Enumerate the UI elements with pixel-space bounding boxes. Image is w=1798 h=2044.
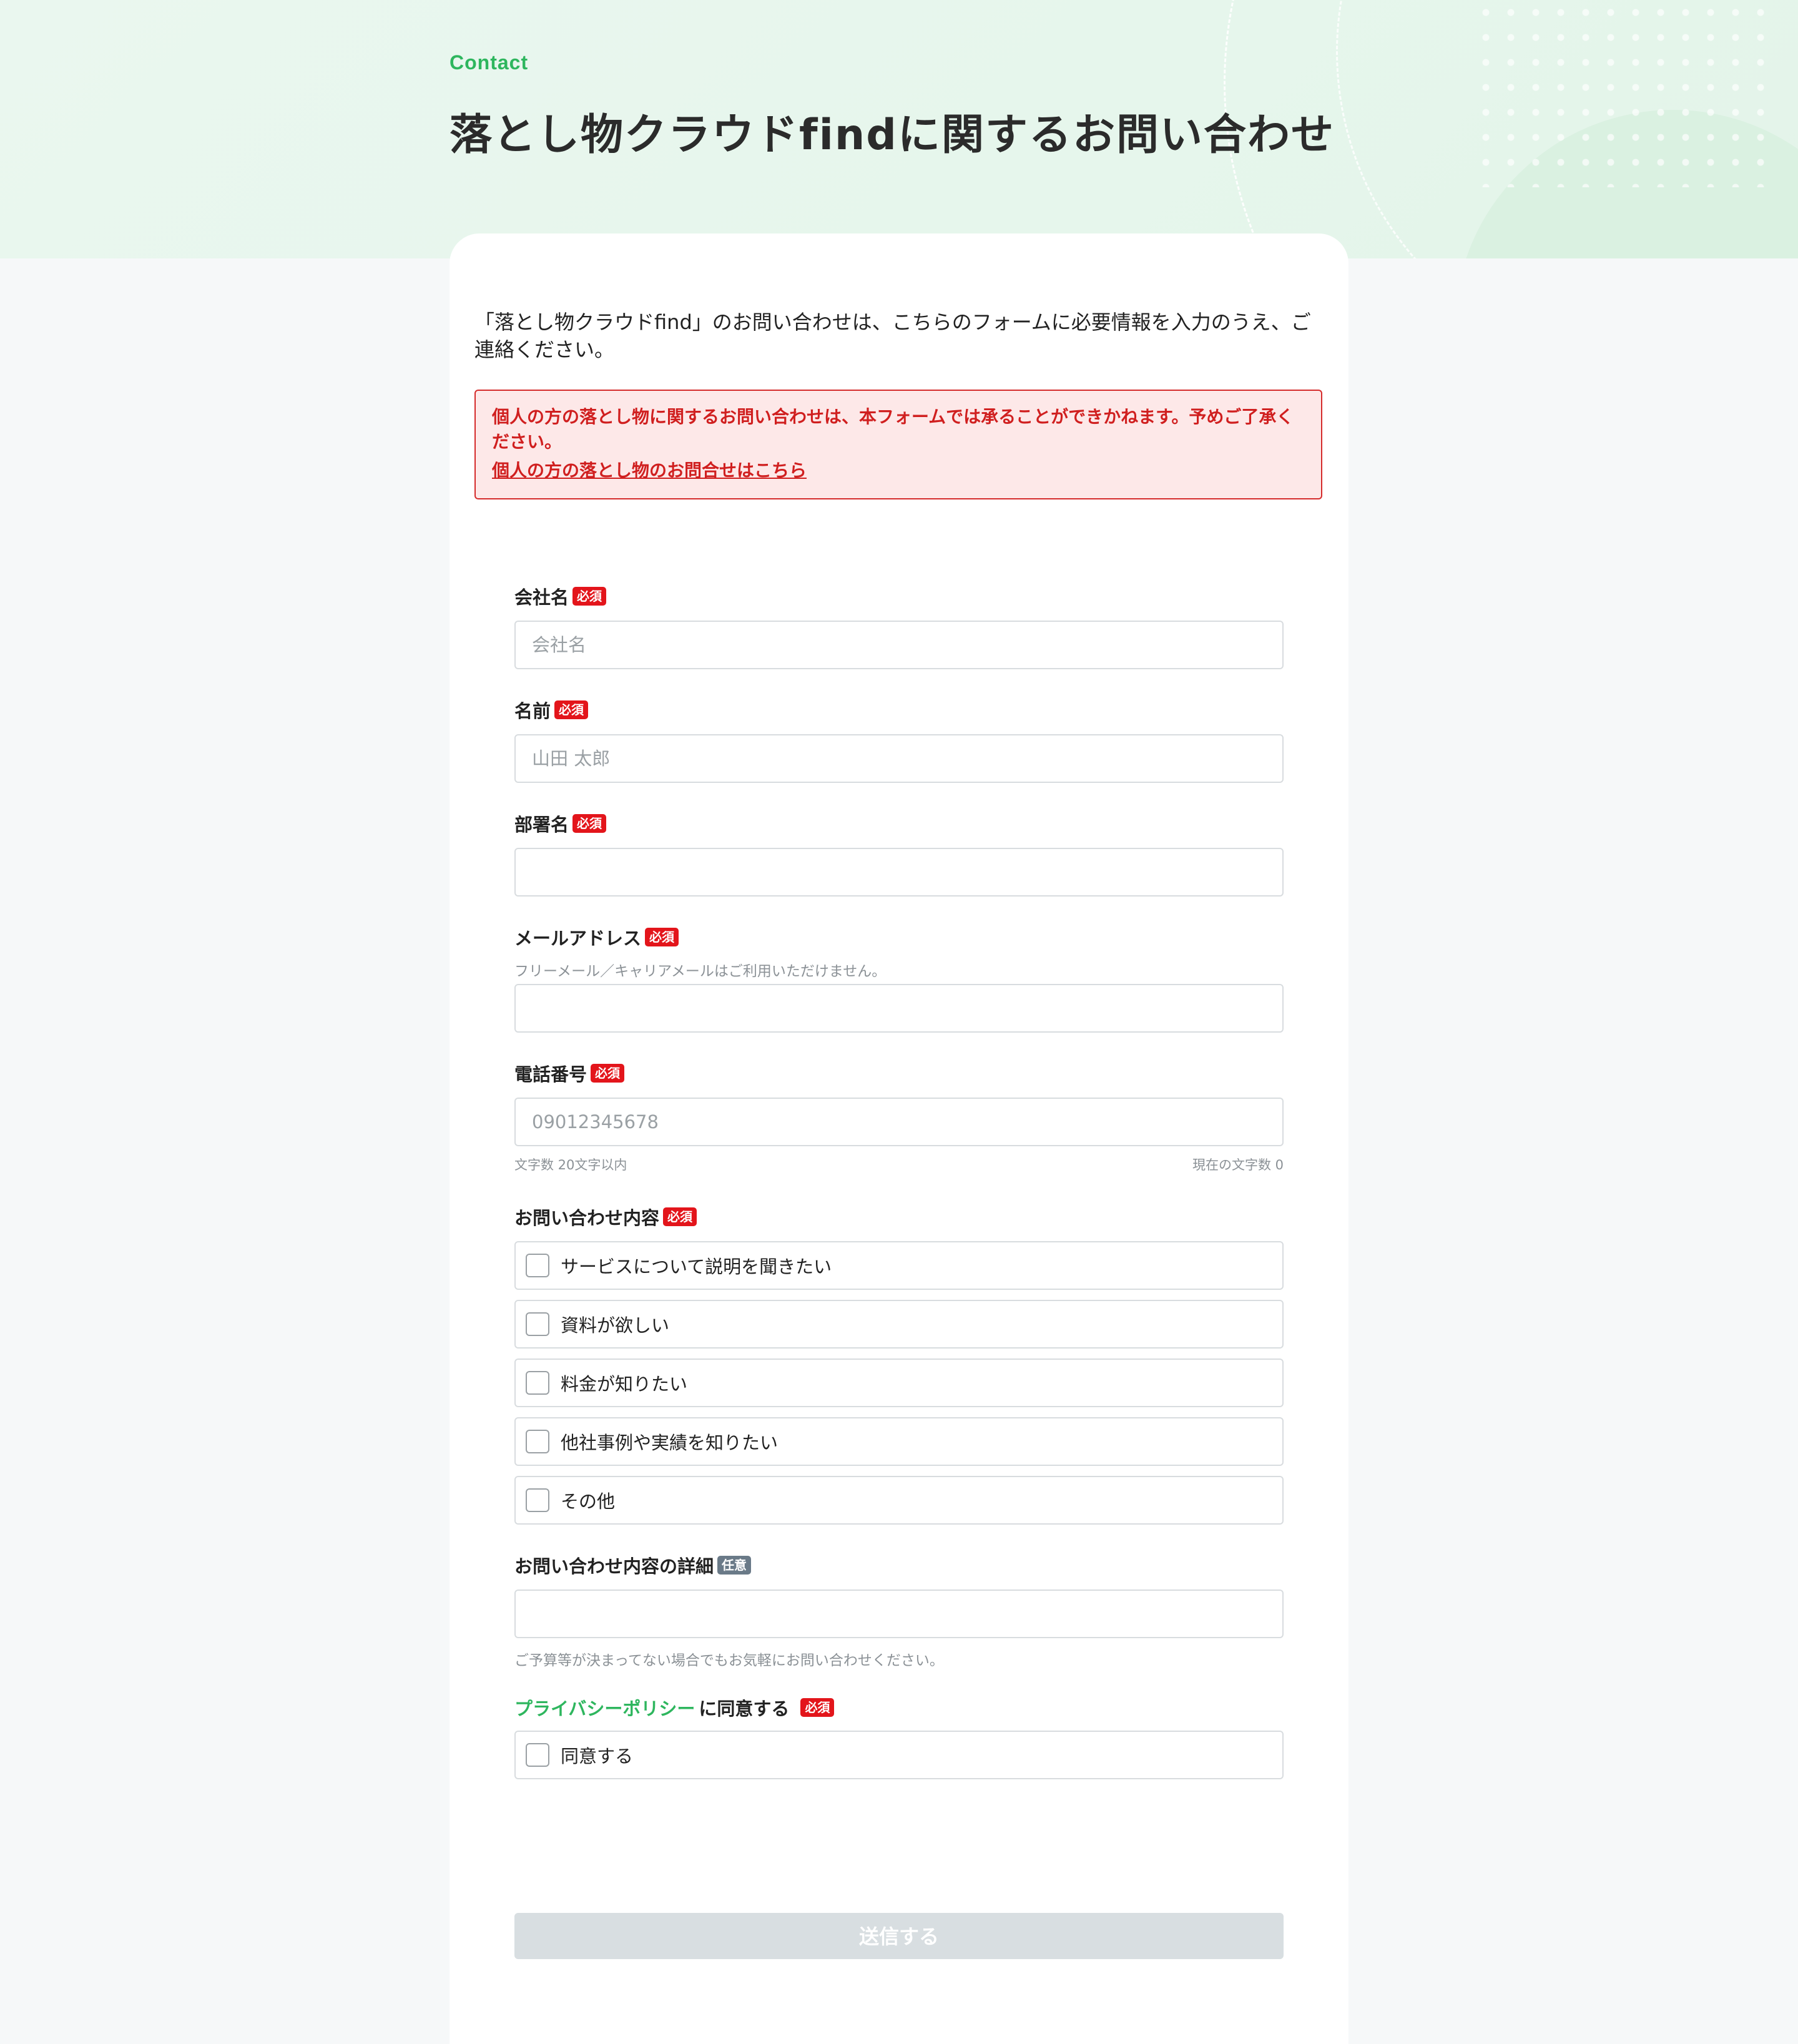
department-label-text: 部署名: [514, 814, 569, 835]
department-input[interactable]: [514, 848, 1284, 897]
option-label: 料金が知りたい: [561, 1373, 688, 1395]
email-input[interactable]: [514, 984, 1284, 1033]
name-input[interactable]: 山田 太郎: [514, 734, 1284, 783]
inquiry-option-other[interactable]: その他: [514, 1476, 1284, 1525]
checkbox[interactable]: [526, 1371, 549, 1395]
option-label: 資料が欲しい: [561, 1315, 670, 1336]
checkbox[interactable]: [526, 1430, 549, 1453]
hero-banner: Contact 落とし物クラウドfindに関するお問い合わせ: [0, 0, 1798, 258]
option-label: 他社事例や実績を知りたい: [561, 1432, 779, 1453]
required-badge: 必須: [572, 814, 607, 833]
name-label-text: 名前: [514, 700, 551, 722]
inquiry-option-explanation[interactable]: サービスについて説明を聞きたい: [514, 1241, 1284, 1290]
required-badge: 必須: [663, 1207, 697, 1226]
individual-inquiry-link[interactable]: 個人の方の落とし物のお問合せはこちら: [492, 458, 1305, 483]
phone-label-text: 電話番号: [514, 1064, 587, 1085]
intro-text: 「落とし物クラウドfind」のお問い合わせは、こちらのフォームに必要情報を入力の…: [474, 310, 1311, 361]
email-label-text: メールアドレス: [514, 928, 642, 949]
company-label-text: 会社名: [514, 587, 569, 608]
details-note: ご予算等が決まってない場合でもお気軽にお問い合わせください。: [514, 1653, 944, 1669]
privacy-label: プライバシーポリシー に同意する 必須: [514, 1694, 835, 1721]
privacy-policy-link[interactable]: プライバシーポリシー: [514, 1694, 695, 1721]
name-label: 名前 必須: [514, 697, 589, 723]
inquiry-option-materials[interactable]: 資料が欲しい: [514, 1300, 1284, 1349]
inquiry-option-case-studies[interactable]: 他社事例や実績を知りたい: [514, 1417, 1284, 1466]
privacy-label-suffix: に同意する: [699, 1698, 790, 1719]
checkbox[interactable]: [526, 1254, 549, 1277]
option-label: その他: [561, 1491, 616, 1512]
privacy-agree-option[interactable]: 同意する: [514, 1731, 1284, 1779]
inquiry-label: お問い合わせ内容 必須: [514, 1204, 697, 1230]
checkbox[interactable]: [526, 1488, 549, 1512]
required-badge: 必須: [591, 1064, 625, 1083]
email-label: メールアドレス 必須: [514, 924, 679, 950]
inquiry-option-pricing[interactable]: 料金が知りたい: [514, 1359, 1284, 1407]
option-label: サービスについて説明を聞きたい: [561, 1256, 832, 1277]
contact-form-card: 「落とし物クラウドfind」のお問い合わせは、こちらのフォームに必要情報を入力の…: [450, 233, 1348, 2044]
phone-limit-note: 文字数 20文字以内: [514, 1157, 627, 1172]
details-input[interactable]: [514, 1590, 1284, 1638]
required-badge: 必須: [800, 1698, 835, 1717]
phone-input[interactable]: 09012345678: [514, 1098, 1284, 1146]
alert-message: 個人の方の落とし物に関するお問い合わせは、本フォームでは承ることができかねます。…: [492, 406, 1294, 452]
notice-alert: 個人の方の落とし物に関するお問い合わせは、本フォームでは承ることができかねます。…: [474, 390, 1322, 499]
email-note: フリーメール／キャリアメールはご利用いただけません。: [514, 963, 887, 980]
required-badge: 必須: [645, 928, 679, 946]
decorative-dots: [1473, 0, 1773, 187]
inquiry-label-text: お問い合わせ内容: [514, 1207, 660, 1229]
checkbox[interactable]: [526, 1312, 549, 1336]
required-badge: 必須: [572, 587, 607, 606]
option-label: 同意する: [561, 1746, 634, 1767]
details-label: お問い合わせ内容の詳細 任意: [514, 1552, 752, 1578]
optional-badge: 任意: [717, 1556, 752, 1575]
department-label: 部署名 必須: [514, 810, 607, 837]
checkbox[interactable]: [526, 1743, 549, 1767]
required-badge: 必須: [554, 700, 589, 719]
company-label: 会社名 必須: [514, 583, 607, 609]
page-title: 落とし物クラウドfindに関するお問い合わせ: [450, 111, 1335, 160]
company-input[interactable]: 会社名: [514, 621, 1284, 669]
phone-label: 電話番号 必須: [514, 1060, 625, 1086]
hero-eyebrow: Contact: [450, 51, 529, 74]
phone-char-count: 現在の文字数 0: [1192, 1157, 1284, 1172]
submit-button[interactable]: 送信する: [514, 1913, 1284, 1959]
details-label-text: お問い合わせ内容の詳細: [514, 1556, 714, 1577]
